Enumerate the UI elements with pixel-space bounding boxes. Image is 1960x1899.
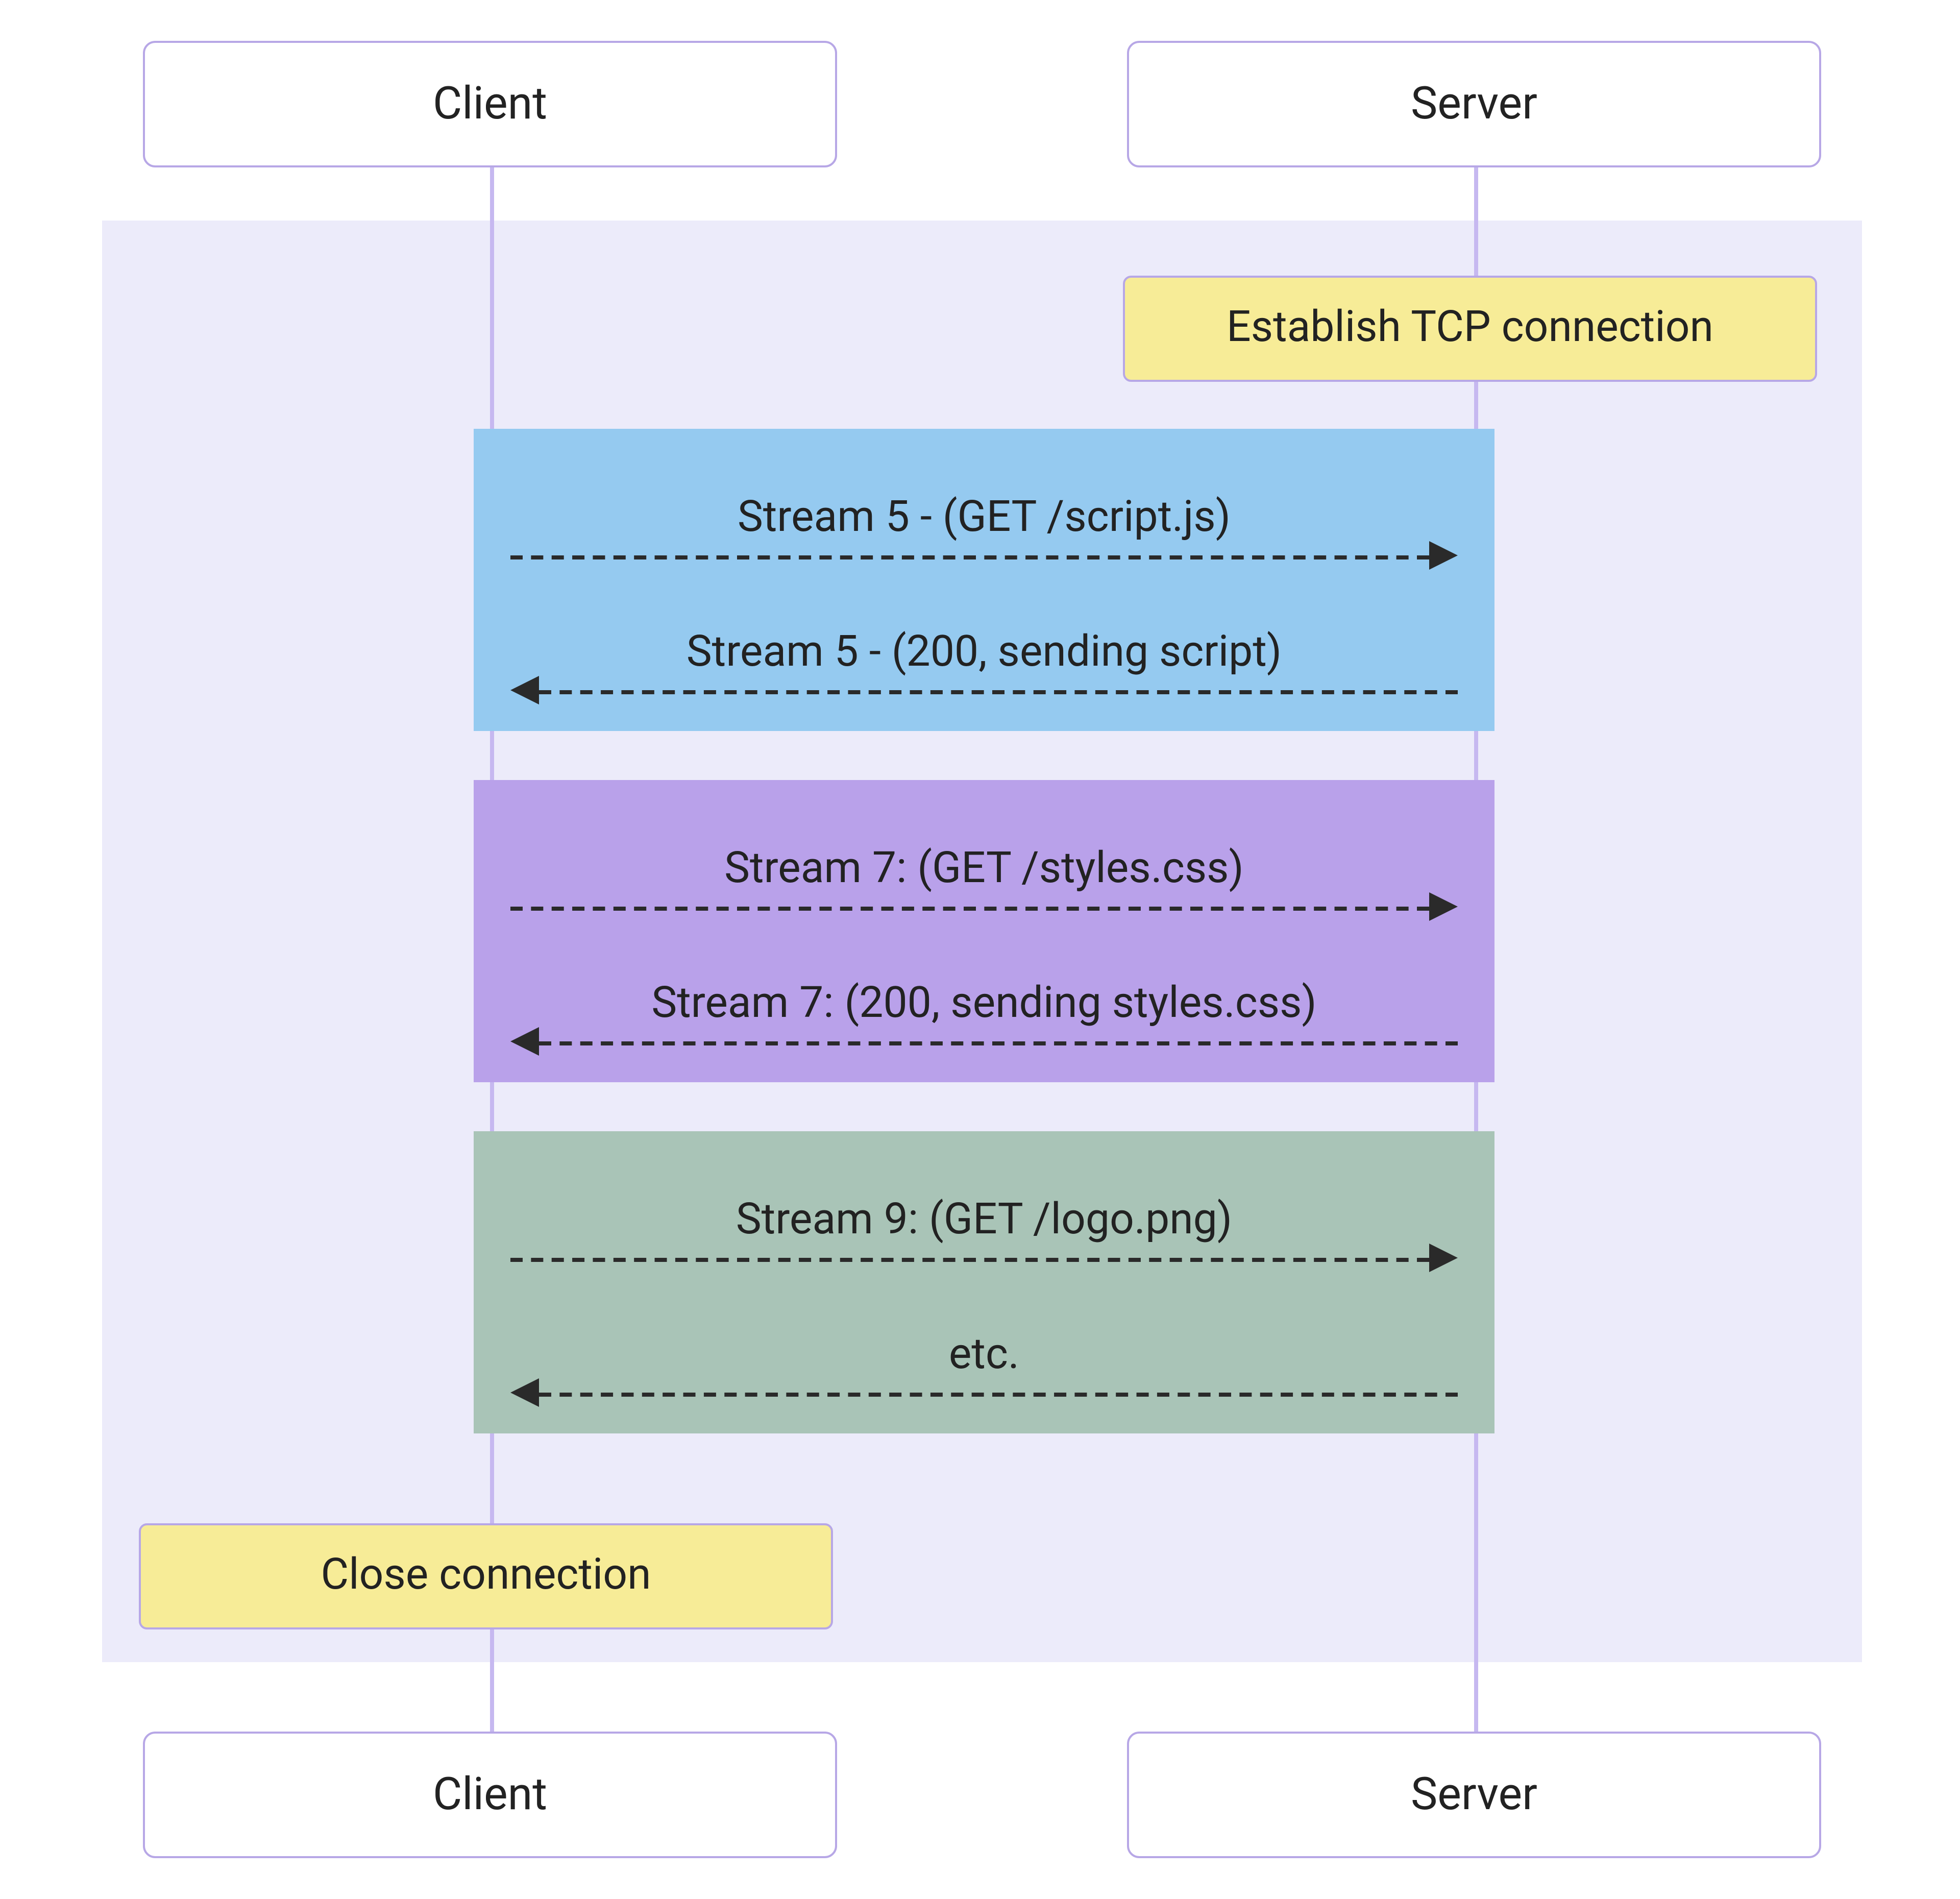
msg-req-1: Stream 7: (GET /styles.css) (514, 845, 1454, 894)
arrow-res-2 (539, 1393, 1458, 1397)
note-close-connection: Close connection (139, 1523, 833, 1629)
stream-box-1 (474, 780, 1494, 1082)
msg-req-0: Stream 5 - (GET /script.js) (514, 494, 1454, 543)
sequence-diagram: Establish TCP connection Close connection… (0, 0, 1960, 1899)
arrowhead-left-icon (510, 1378, 539, 1407)
arrowhead-right-icon (1429, 892, 1458, 921)
msg-res-0: Stream 5 - (200, sending script) (514, 629, 1454, 678)
arrow-req-0 (510, 555, 1429, 559)
arrowhead-right-icon (1429, 541, 1458, 570)
arrowhead-left-icon (510, 676, 539, 704)
participant-client-top: Client (143, 41, 837, 167)
note-establish-tcp: Establish TCP connection (1123, 276, 1817, 382)
stream-box-2 (474, 1131, 1494, 1433)
participant-client-bottom: Client (143, 1732, 837, 1858)
arrow-res-0 (539, 690, 1458, 694)
msg-res-2: etc. (514, 1331, 1454, 1380)
arrow-req-1 (510, 907, 1429, 911)
arrowhead-left-icon (510, 1027, 539, 1056)
stream-box-0 (474, 429, 1494, 731)
participant-server-top: Server (1127, 41, 1821, 167)
participant-server-bottom: Server (1127, 1732, 1821, 1858)
arrow-res-1 (539, 1041, 1458, 1045)
arrow-req-2 (510, 1258, 1429, 1262)
arrowhead-right-icon (1429, 1244, 1458, 1272)
msg-req-2: Stream 9: (GET /logo.png) (514, 1197, 1454, 1246)
msg-res-1: Stream 7: (200, sending styles.css) (514, 980, 1454, 1029)
